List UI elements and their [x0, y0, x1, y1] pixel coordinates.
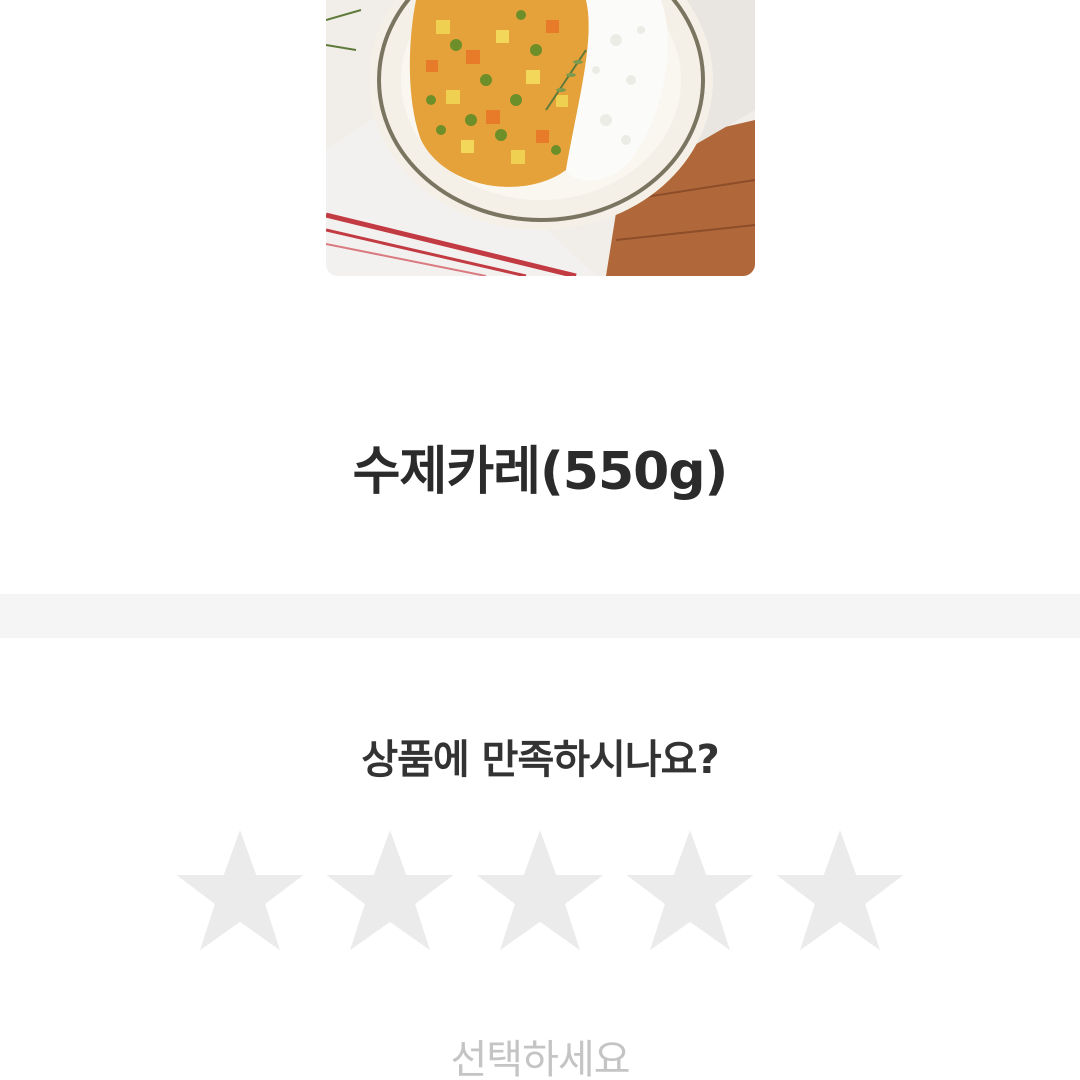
product-name: 수제카레(550g) [352, 442, 729, 502]
section-divider [0, 594, 1080, 638]
star-5-button[interactable] [771, 826, 909, 964]
rating-question: 상품에 만족하시나요? [361, 737, 719, 783]
star-3-button[interactable] [471, 826, 609, 964]
star-icon [776, 830, 904, 951]
star-4-button[interactable] [621, 826, 759, 964]
rating-hint: 선택하세요 [450, 1037, 631, 1080]
review-page: 수제카레(550g) 상품에 만족하시나요? 선택하세요 [0, 0, 1080, 1080]
star-rating [0, 826, 1080, 966]
star-icon [176, 830, 304, 951]
star-2-button[interactable] [321, 826, 459, 964]
star-icon [476, 830, 604, 951]
star-1-button[interactable] [171, 826, 309, 964]
star-icon [626, 830, 754, 951]
star-icon [326, 830, 454, 951]
product-image [326, 0, 755, 276]
